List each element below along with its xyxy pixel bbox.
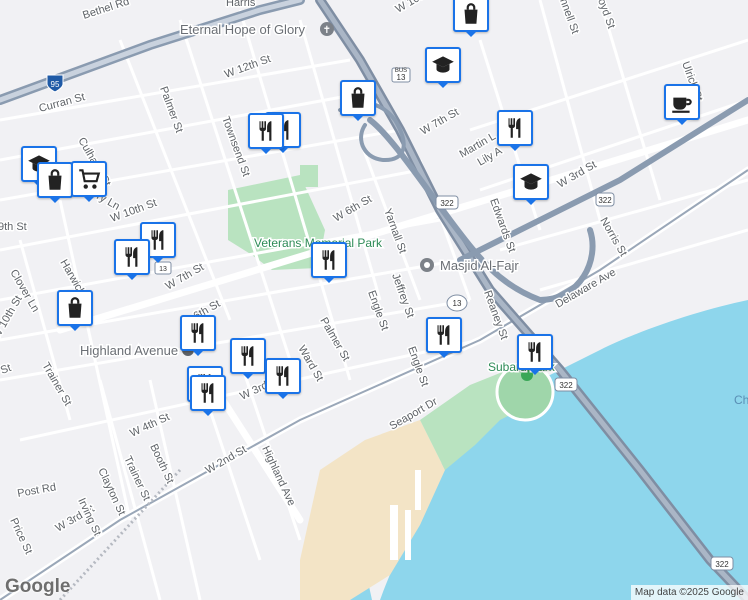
restaurant-icon [437,325,450,345]
restaurant-icon [191,323,204,343]
map-canvas[interactable]: 95 BUS 13 13 322 322 322 322 13 ✝ Bethel… [0,0,748,600]
marker-restaurant-6th[interactable] [180,315,216,356]
marker-restaurant-townsend-b[interactable] [248,113,284,154]
route-13a-label: 13 [397,73,406,82]
route-322d-label: 322 [598,196,612,205]
shopping-bag-icon [351,87,365,108]
small-park [300,165,318,187]
restaurant-icon [125,247,138,267]
marker-restaurant-w4th-b[interactable] [190,375,226,416]
route-322a-label: 322 [440,199,454,208]
marker-school-east[interactable] [513,164,549,205]
route-322-shield-c: 322 [710,556,734,571]
google-logo: Google [5,576,71,597]
marker-restaurant-9th-b[interactable] [114,239,150,280]
label-9th-left: 9th St [0,221,27,233]
marker-restaurant-park[interactable] [311,242,347,283]
marker-restaurant-ward[interactable] [230,338,266,379]
label-highland-ave-station: Highland Avenue [80,343,178,358]
restaurant-icon [508,118,521,138]
route-322c-label: 322 [715,560,729,569]
label-harris: Harris [226,0,256,9]
restaurant-icon [322,250,335,270]
shopping-bag-icon [68,297,82,318]
marker-restaurant-martin[interactable] [497,110,533,151]
marker-shopping-bag-harwick[interactable] [57,290,93,331]
shopping-bag-icon [48,169,62,190]
svg-text:✝: ✝ [323,25,331,36]
label-eternal-hope: Eternal Hope of Glory [180,22,306,37]
graduation-cap-icon [432,56,454,73]
restaurant-icon [241,346,254,366]
marker-shopping-bag-top[interactable] [453,0,489,37]
route-13-shield-b: 13 [446,294,468,312]
route-322-shield-a: 322 [435,195,459,210]
label-ch: Ch [734,393,748,407]
shopping-cart-icon [79,169,101,189]
restaurant-icon [201,383,214,403]
marker-shopping-bag-west[interactable] [37,162,73,203]
marker-school-north[interactable] [425,47,461,88]
restaurant-icon [259,121,272,141]
marker-cafe-east[interactable] [664,84,700,125]
route-13-shield-a: BUS 13 [391,67,411,83]
marker-restaurant-subaru[interactable] [517,334,553,375]
route-13b-label: 13 [453,299,462,308]
route-13c-label: 13 [159,266,167,273]
route-13-shield-c: 13 [154,261,172,275]
label-masjid: Masjid Al-Fajr [440,258,519,273]
route-322-shield-b: 322 [554,377,578,392]
restaurant-icon [528,342,541,362]
marker-restaurant-w3rd[interactable] [265,358,301,399]
route-95-label: 95 [51,80,60,89]
restaurant-icon [276,366,289,386]
map-attribution[interactable]: Map data ©2025 Google [630,585,748,600]
marker-shopping-bag-interchange[interactable] [340,80,376,121]
coffee-cup-icon [672,97,692,113]
route-322-shield-d: 322 [595,192,615,207]
graduation-cap-icon [520,173,542,190]
shopping-bag-icon [464,3,478,24]
route-322b-label: 322 [559,381,573,390]
marker-restaurant-engle[interactable] [426,317,462,358]
marker-grocery-west[interactable] [71,161,107,202]
